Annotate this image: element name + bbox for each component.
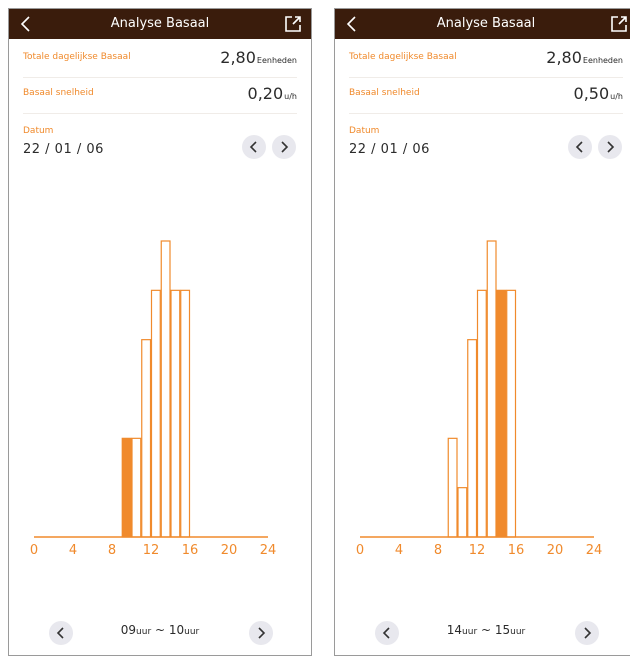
bar: [141, 339, 152, 538]
range-sep: ~: [480, 623, 492, 637]
range-sep: ~: [154, 623, 166, 637]
x-tick-label: 16: [508, 543, 525, 558]
x-tick-label: 20: [221, 543, 238, 558]
chevron-left-icon: [382, 627, 390, 639]
chevron-left-icon: [56, 627, 64, 639]
chevron-right-icon: [584, 627, 592, 639]
bar: [447, 437, 458, 538]
x-tick-label: 4: [69, 543, 77, 558]
x-tick-label: 12: [469, 543, 486, 558]
hour-next-button[interactable]: [249, 621, 273, 645]
x-tick-label: 8: [108, 543, 116, 558]
hour-next-button[interactable]: [575, 621, 599, 645]
bar: [457, 487, 468, 538]
x-tick-label: 8: [434, 543, 442, 558]
range-start-unit: uur: [462, 627, 478, 637]
phone-screen-right: Analyse Basaal Totale dagelijkse Basaal …: [334, 8, 630, 656]
x-tick-label: 20: [547, 543, 564, 558]
hour-prev-button[interactable]: [49, 621, 73, 645]
basal-chart: 0 4 8 12 16 20 24: [356, 240, 603, 558]
x-tick-label: 4: [395, 543, 403, 558]
hour-range-label: 14uur ~ 15uur: [415, 623, 557, 637]
range-end-unit: uur: [184, 627, 200, 637]
x-tick-label: 0: [30, 543, 38, 558]
bar: [160, 240, 171, 538]
bar: [476, 289, 487, 538]
basal-chart: 0 4 8 12 16 20 24: [30, 240, 277, 558]
x-tick-label: 16: [182, 543, 199, 558]
range-end: 10: [168, 623, 185, 637]
bar-selected: [121, 437, 132, 538]
x-tick-label: 12: [143, 543, 160, 558]
phone-screen-left: Analyse Basaal Totale dagelijkse Basaal …: [8, 8, 312, 656]
hour-range-label: 09uur ~ 10uur: [89, 623, 231, 637]
x-tick-label: 24: [260, 543, 277, 558]
range-start: 09: [120, 623, 137, 637]
x-tick-label: 0: [356, 543, 364, 558]
range-end-unit: uur: [510, 627, 526, 637]
bar: [486, 240, 497, 538]
bar-selected: [496, 289, 507, 538]
bar: [506, 289, 517, 538]
bar: [467, 339, 478, 538]
x-tick-label: 24: [586, 543, 603, 558]
hour-prev-button[interactable]: [375, 621, 399, 645]
bar: [180, 289, 191, 538]
range-start-unit: uur: [136, 627, 152, 637]
bar: [150, 289, 161, 538]
chevron-right-icon: [258, 627, 266, 639]
range-start: 14: [446, 623, 463, 637]
range-end: 15: [494, 623, 511, 637]
bar: [170, 289, 181, 538]
bar: [131, 437, 142, 538]
